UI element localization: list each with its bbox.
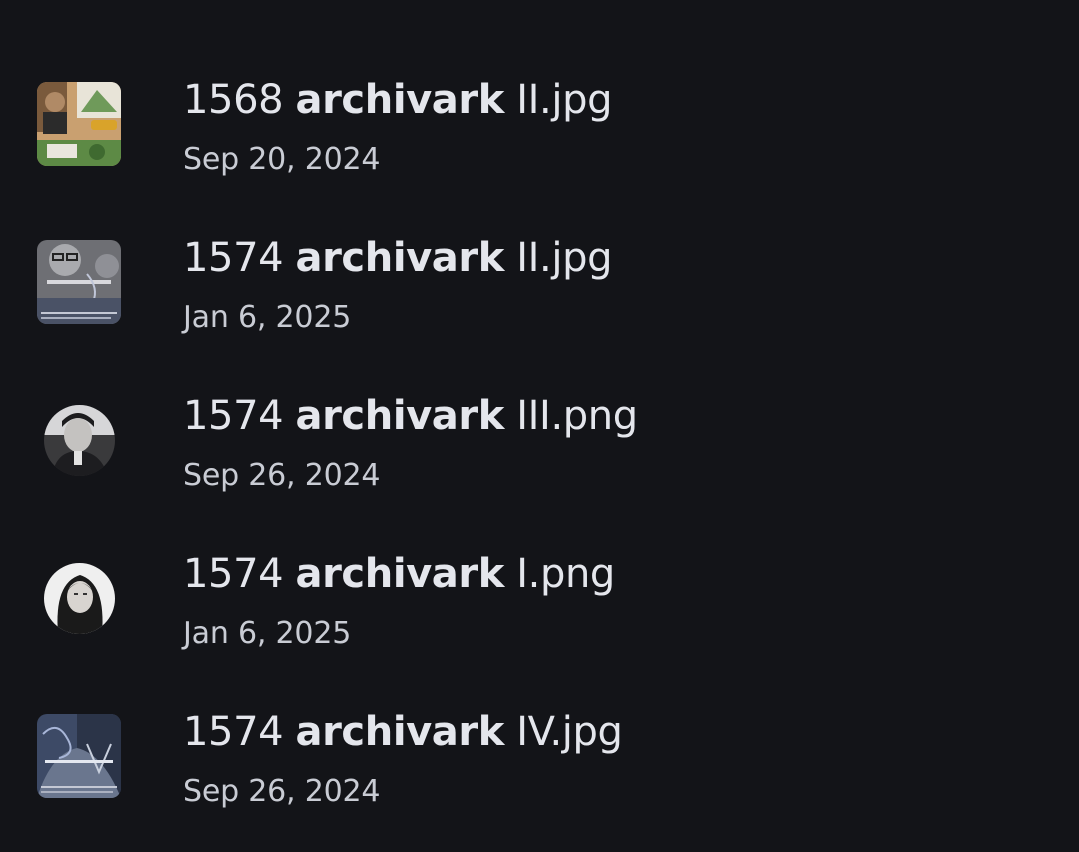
file-name: 1574 archivark II.jpg [183, 235, 613, 281]
file-thumbnail [44, 563, 115, 634]
list-item-file[interactable]: 1568 archivark II.jpg Sep 20, 2024 [0, 0, 1079, 177]
file-date: Sep 26, 2024 [183, 774, 381, 809]
file-name: 1574 archivark III.png [183, 393, 638, 439]
file-thumbnail [37, 714, 121, 798]
list-item-file[interactable]: 1574 archivark II.jpg Jan 6, 2025 [0, 158, 1079, 335]
list-item-file[interactable]: 1574 archivark III.png Sep 26, 2024 [0, 316, 1079, 493]
search-results-list: 1568 archivark II.jpg Sep 20, 2024 1574 … [0, 0, 1079, 852]
file-name: 1574 archivark I.png [183, 551, 615, 597]
list-item-file[interactable]: 1574 archivark I.png Jan 6, 2025 [0, 474, 1079, 651]
file-name: 1568 archivark II.jpg [183, 77, 613, 123]
file-thumbnail [44, 405, 115, 476]
file-name: 1574 archivark IV.jpg [183, 709, 623, 755]
file-thumbnail [37, 240, 121, 324]
list-item-file[interactable]: 1574 archivark IV.jpg Sep 26, 2024 [0, 632, 1079, 809]
file-thumbnail [37, 82, 121, 166]
